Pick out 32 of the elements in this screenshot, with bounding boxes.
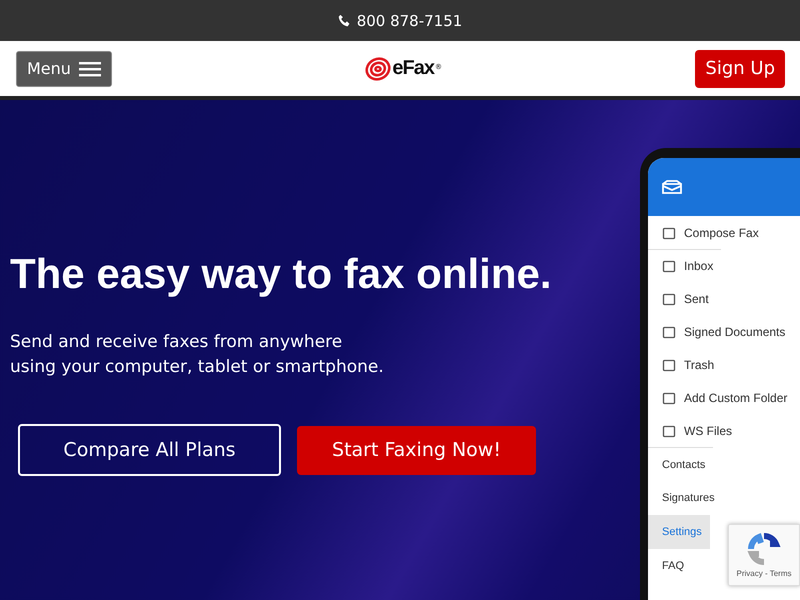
outline-icon (662, 358, 676, 372)
phone-menu-item[interactable]: Trash (648, 348, 722, 381)
phone-menu-item[interactable]: Contacts (648, 447, 714, 481)
hero-subtitle: Send and receive faxes from anywhere (10, 331, 342, 354)
phone-menu-item[interactable]: FAQ (648, 549, 692, 583)
hero-headline: The easy way to fax online. (10, 250, 552, 298)
privacy-terms-links[interactable]: Privacy - Terms (736, 569, 792, 578)
phone-menu-item[interactable]: Inbox (648, 249, 722, 282)
menu-button[interactable]: Menu (16, 50, 112, 86)
outline-icon (662, 292, 676, 306)
outline-icon (662, 259, 676, 273)
phone-menu-item[interactable]: Sent (648, 282, 717, 315)
compare-plans-button[interactable]: Compare All Plans (18, 424, 281, 476)
phone-menu-item[interactable]: Settings (648, 515, 710, 549)
phone-icon (338, 14, 351, 27)
logo-text[interactable]: eFax (392, 57, 434, 80)
outline-icon (662, 226, 676, 240)
inbox-tray-icon (662, 180, 682, 194)
outline-icon (662, 424, 676, 438)
outline-icon (662, 324, 676, 338)
menu-icon (78, 60, 101, 76)
phone-menu-item[interactable]: Compose Fax (648, 216, 767, 249)
hero-subtitle: using your computer, tablet or smartphone. (10, 356, 384, 379)
phone-menu-item[interactable]: Add Custom Folder (648, 381, 796, 414)
phone-number[interactable]: 800 878-7151 (356, 12, 462, 30)
phone-menu-item[interactable]: Signatures (648, 481, 723, 515)
phone-menu-item[interactable]: Signed Documents (648, 315, 794, 348)
outline-icon (662, 390, 676, 404)
recaptcha-logo-icon (747, 532, 781, 566)
signup-button[interactable]: Sign Up (695, 50, 785, 88)
phone-menu-item[interactable]: WS Files (648, 414, 740, 447)
start-faxing-button[interactable]: Start Faxing Now! (297, 426, 536, 474)
